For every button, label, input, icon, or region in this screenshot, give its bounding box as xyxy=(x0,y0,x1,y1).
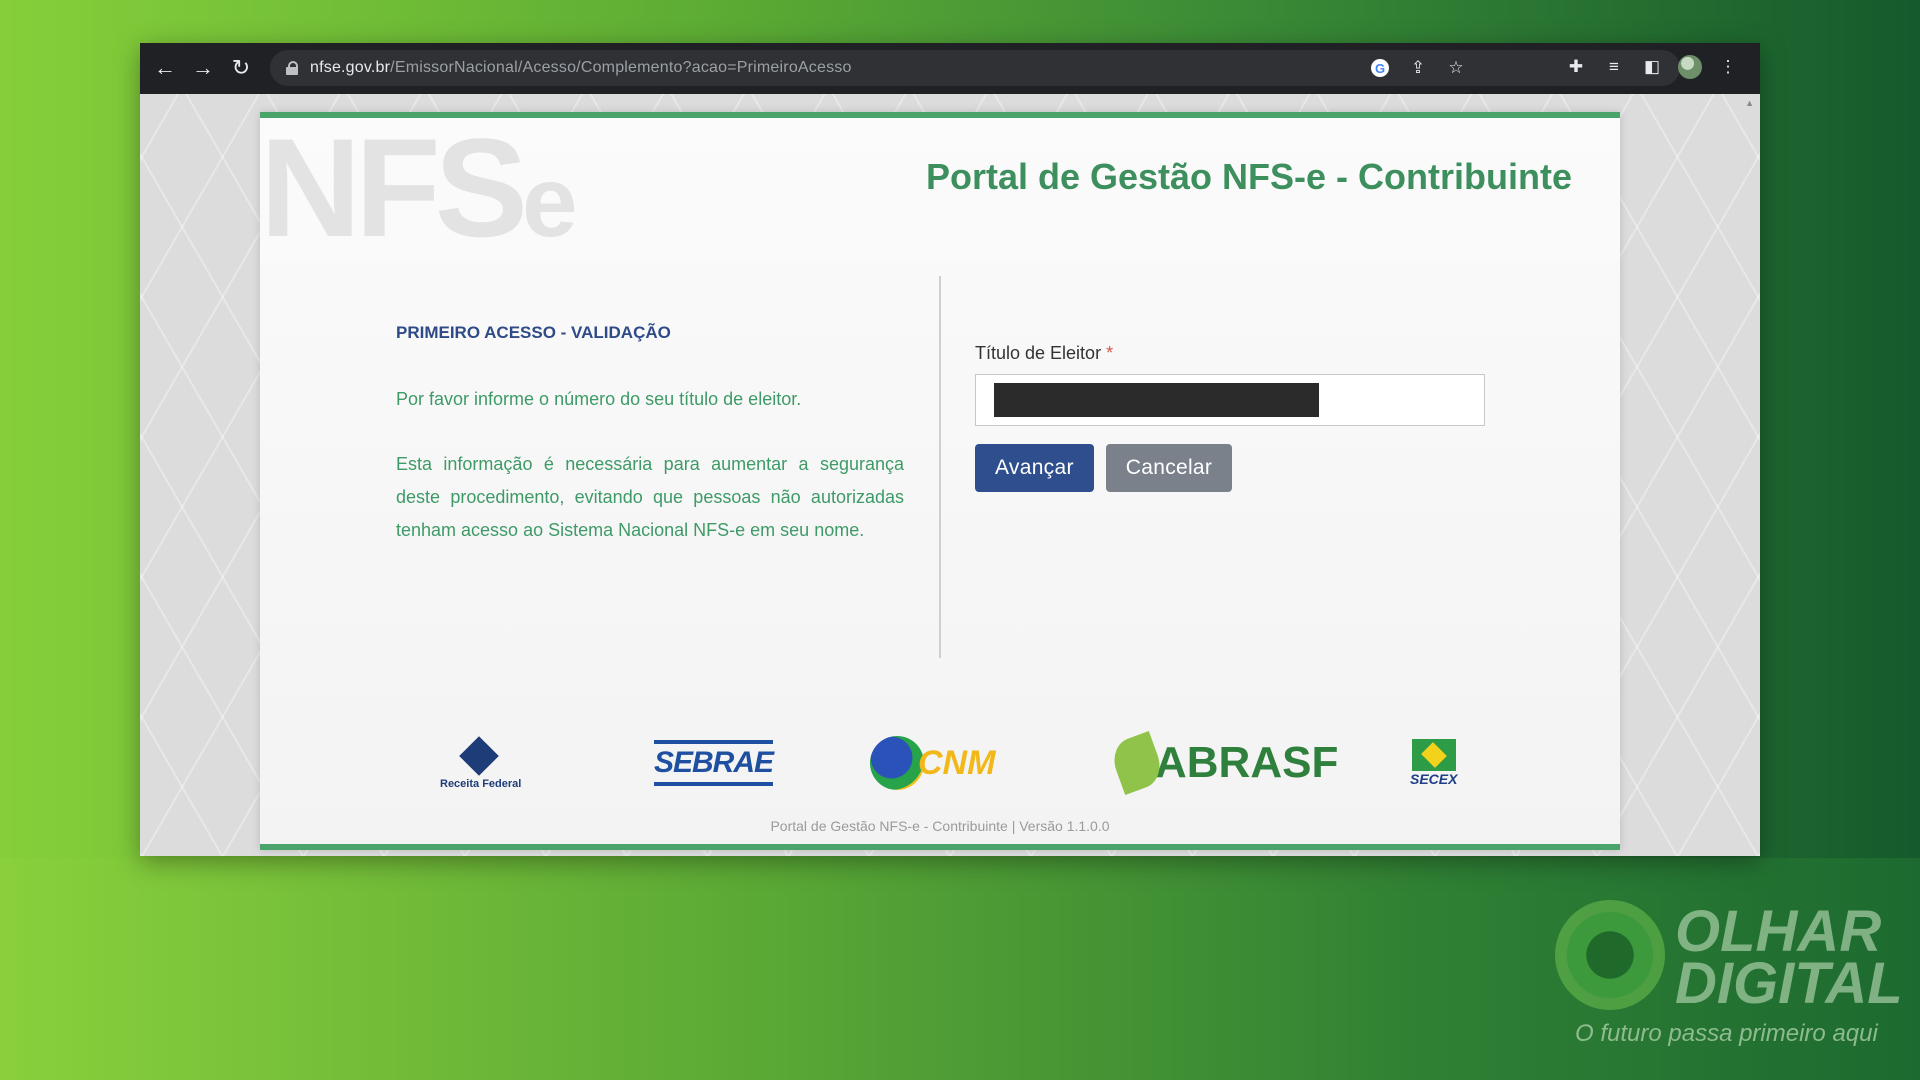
olhar-digital-eye-icon xyxy=(1555,900,1665,1010)
required-asterisk: * xyxy=(1106,343,1114,363)
secex-logo: SECEX xyxy=(1410,728,1457,798)
receita-logo-text: Receita Federal xyxy=(440,778,522,790)
google-lens-button[interactable]: G xyxy=(1366,54,1394,82)
watermark-text: NFS xyxy=(260,109,528,266)
url-host: nfse.gov.br xyxy=(310,59,391,76)
reload-button[interactable]: ↻ xyxy=(226,53,256,83)
arrow-right-icon: → xyxy=(192,55,214,80)
side-panel-button[interactable]: ◧ xyxy=(1638,53,1666,81)
watermark-e: e xyxy=(522,146,578,258)
olhar-digital-brand: OLHAR DIGITAL O futuro passa primeiro aq… xyxy=(1555,899,1903,1050)
instructions-panel: PRIMEIRO ACESSO - VALIDAÇÃO Por favor in… xyxy=(396,323,904,547)
side-panel-icon: ◧ xyxy=(1643,57,1661,76)
footer-version: Portal de Gestão NFS-e - Contribuinte | … xyxy=(770,818,1110,834)
column-divider xyxy=(939,276,941,658)
playlist-icon: ≡ xyxy=(1609,57,1619,76)
main-card: NFSe Portal de Gestão NFS-e - Contribuin… xyxy=(260,112,1620,850)
secex-logo-text: SECEX xyxy=(1410,771,1458,787)
bookmark-button[interactable]: ☆ xyxy=(1442,54,1470,82)
cnm-globe-icon xyxy=(870,736,924,790)
address-bar[interactable]: nfse.gov.br/EmissorNacional/Acesso/Compl… xyxy=(270,50,1680,86)
share-icon: ⇪ xyxy=(1410,58,1426,77)
scroll-up-arrow[interactable]: ▲ xyxy=(1745,98,1754,108)
lock-icon xyxy=(286,61,298,75)
field-label-text: Título de Eleitor xyxy=(975,343,1102,363)
arrow-left-icon: ← xyxy=(154,55,176,80)
titulo-eleitor-field-wrapper xyxy=(975,374,1485,426)
abrasf-logo: ABRASF xyxy=(1107,728,1339,798)
partner-logos: Receita Federal SEBRAE CNM ABRASF SECEX xyxy=(400,728,1500,798)
form-actions: Avançar Cancelar xyxy=(975,444,1485,492)
reading-list-button[interactable]: ≡ xyxy=(1600,53,1628,81)
reload-icon: ↻ xyxy=(231,55,251,80)
profile-button[interactable] xyxy=(1676,53,1704,81)
share-button[interactable]: ⇪ xyxy=(1404,54,1432,82)
advance-button[interactable]: Avançar xyxy=(975,444,1094,492)
google-icon: G xyxy=(1371,59,1389,77)
receita-federal-logo: Receita Federal xyxy=(440,728,521,798)
brazil-flag-icon xyxy=(1411,739,1456,771)
form-panel: Título de Eleitor * Avançar Cancelar xyxy=(975,343,1485,492)
page-viewport: ▲ NFSe Portal de Gestão NFS-e - Contribu… xyxy=(140,94,1760,856)
avatar-icon xyxy=(1678,55,1702,79)
url-text[interactable]: nfse.gov.br/EmissorNacional/Acesso/Compl… xyxy=(310,59,852,77)
nfse-watermark: NFSe xyxy=(260,118,578,258)
cnm-logo: CNM xyxy=(870,728,995,798)
section-title: PRIMEIRO ACESSO - VALIDAÇÃO xyxy=(396,323,671,342)
browser-toolbar: ← → ↻ nfse.gov.br/EmissorNacional/Acesso… xyxy=(140,43,1760,94)
page-title: Portal de Gestão NFS-e - Contribuinte xyxy=(925,156,1572,197)
titulo-eleitor-label: Título de Eleitor * xyxy=(975,343,1485,364)
security-note: Esta informação é necessária para aument… xyxy=(396,454,904,540)
sebrae-logo: SEBRAE xyxy=(654,728,774,798)
abrasf-logo-text: ABRASF xyxy=(1155,738,1339,787)
forward-button[interactable]: → xyxy=(188,53,218,83)
star-icon: ☆ xyxy=(1448,58,1464,77)
menu-button[interactable]: ⋮ xyxy=(1714,53,1742,81)
instruction-text: Por favor informe o número do seu título… xyxy=(396,389,802,409)
sebrae-logo-text: SEBRAE xyxy=(654,740,774,786)
receita-mark-icon xyxy=(450,736,512,776)
redaction-box xyxy=(994,383,1319,417)
puzzle-icon: ✚ xyxy=(1568,57,1584,76)
url-path: /EmissorNacional/Acesso/Complemento?acao… xyxy=(390,59,852,76)
cnm-logo-text: CNM xyxy=(918,743,996,782)
kebab-menu-icon: ⋮ xyxy=(1719,57,1737,76)
extensions-button[interactable]: ✚ xyxy=(1562,53,1590,81)
back-button[interactable]: ← xyxy=(150,53,180,83)
olhar-digital-wordmark: OLHAR DIGITAL xyxy=(1675,899,1903,1016)
browser-window: ← → ↻ nfse.gov.br/EmissorNacional/Acesso… xyxy=(140,43,1760,856)
olhar-digital-tagline: O futuro passa primeiro aqui xyxy=(1575,1020,1878,1047)
cancel-button[interactable]: Cancelar xyxy=(1105,444,1233,492)
